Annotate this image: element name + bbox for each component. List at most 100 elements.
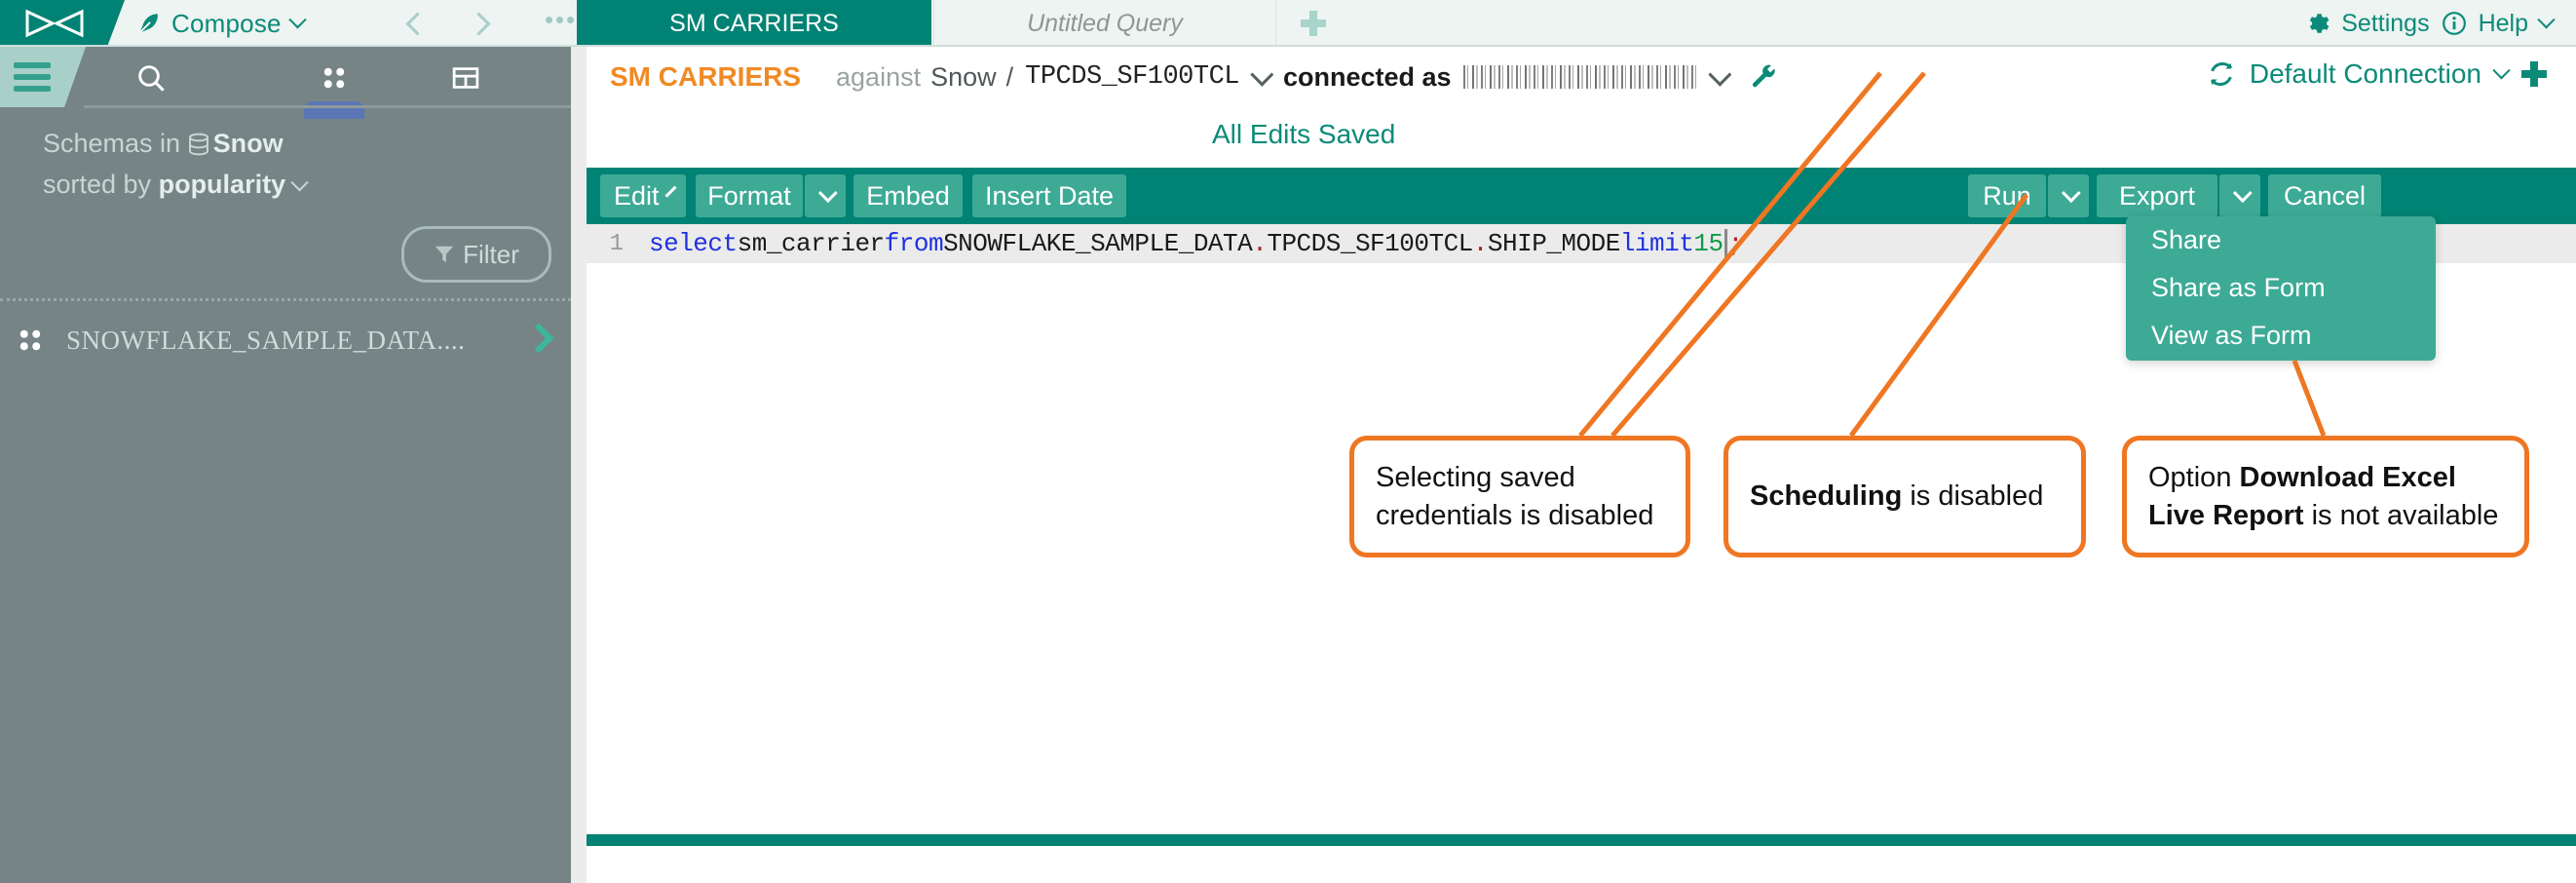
schemas-header: Schemas in Snow sorted by popularity xyxy=(43,123,530,205)
filter-label: Filter xyxy=(463,239,519,269)
schemas-sort-line: sorted by popularity xyxy=(43,164,530,205)
more-options-icon[interactable] xyxy=(546,17,574,23)
chevron-down-icon[interactable] xyxy=(287,10,307,28)
text-cursor xyxy=(1724,229,1727,258)
schemas-in-label: Schemas in xyxy=(43,129,181,158)
sql-database: SNOWFLAKE_SAMPLE_DATA xyxy=(943,229,1253,258)
compose-label: Compose xyxy=(171,8,282,38)
datasource-name[interactable]: Snow xyxy=(930,62,997,93)
status-row: All Edits Saved xyxy=(587,109,2576,164)
history-nav xyxy=(405,0,491,47)
chevron-down-icon xyxy=(2232,183,2253,204)
button-label: Format xyxy=(707,180,791,211)
cancel-button[interactable]: Cancel xyxy=(2268,174,2381,217)
chevron-down-icon[interactable] xyxy=(289,173,309,192)
run-button[interactable]: Run xyxy=(1968,174,2046,217)
refresh-icon[interactable] xyxy=(2207,59,2236,89)
export-dropdown-toggle[interactable] xyxy=(2219,174,2260,217)
new-tab-button[interactable] xyxy=(1276,0,1350,47)
forward-icon[interactable] xyxy=(467,11,491,36)
export-button[interactable]: Export xyxy=(2097,174,2217,217)
tab-label: SM CARRIERS xyxy=(669,9,839,37)
tab-untitled-query[interactable]: Untitled Query xyxy=(933,0,1276,47)
tab-label: Untitled Query xyxy=(1027,9,1183,37)
sql-dot: . xyxy=(1252,229,1268,258)
schemas-db-line: Schemas in Snow xyxy=(43,123,530,164)
table-icon[interactable] xyxy=(439,59,492,96)
query-title[interactable]: SM CARRIERS xyxy=(610,61,801,93)
sorted-by-label: sorted by xyxy=(43,170,152,199)
connection-selector[interactable]: Default Connection xyxy=(2207,58,2547,90)
chevron-down-icon[interactable] xyxy=(1250,62,1274,87)
sidebar-menu-tile[interactable] xyxy=(0,47,86,107)
schema-name: SNOWFLAKE_SAMPLE_DATA.... xyxy=(66,325,466,355)
compose-menu[interactable]: Compose xyxy=(136,0,307,47)
button-label: Embed xyxy=(866,180,950,211)
editor-bottom-bar xyxy=(587,834,2576,846)
menu-item-share[interactable]: Share xyxy=(2126,216,2436,264)
button-label: Edit xyxy=(614,180,660,211)
connected-user-redacted[interactable] xyxy=(1462,65,1697,89)
button-label: Insert Date xyxy=(984,180,1115,211)
path-separator: / xyxy=(1005,61,1014,92)
sql-limit-value: 15 xyxy=(1693,229,1724,258)
menu-item-view-as-form[interactable]: View as Form xyxy=(2126,312,2436,360)
help-label[interactable]: Help xyxy=(2479,10,2528,38)
sql-terminator: ; xyxy=(1727,229,1744,258)
insert-date-button[interactable]: Insert Date xyxy=(972,174,1126,217)
filter-icon xyxy=(435,246,454,263)
settings-label[interactable]: Settings xyxy=(2341,10,2429,38)
gear-icon[interactable] xyxy=(2304,11,2330,36)
embed-button[interactable]: Embed xyxy=(853,174,963,217)
menu-item-label: Share as Form xyxy=(2151,273,2326,302)
button-label: Run xyxy=(1983,180,2031,211)
tab-sm-carriers[interactable]: SM CARRIERS xyxy=(577,0,931,47)
sql-schema: TPCDS_SF100TCL xyxy=(1267,229,1473,258)
format-button[interactable]: Format xyxy=(696,174,803,217)
connection-label[interactable]: Default Connection xyxy=(2250,58,2481,90)
run-dropdown-toggle[interactable] xyxy=(2048,174,2089,217)
against-label: against xyxy=(836,61,922,92)
chevron-down-icon[interactable] xyxy=(2537,10,2556,28)
chevron-down-icon[interactable] xyxy=(1707,62,1731,87)
app-logo-tile[interactable] xyxy=(0,0,125,47)
schemas-grid-icon[interactable] xyxy=(308,59,360,96)
search-icon[interactable] xyxy=(125,59,177,96)
sql-keyword-from: from xyxy=(884,229,944,258)
wrench-icon[interactable] xyxy=(1751,63,1778,91)
sidebar-divider xyxy=(0,298,571,301)
hamburger-icon xyxy=(14,62,51,97)
filter-button[interactable]: Filter xyxy=(401,226,551,283)
sql-keyword-limit: limit xyxy=(1619,229,1694,258)
button-label: Export xyxy=(2118,180,2196,211)
chevron-right-icon[interactable] xyxy=(523,323,554,354)
share-dropdown-menu[interactable]: Share Share as Form View as Form xyxy=(2126,216,2436,361)
feather-icon xyxy=(138,14,158,34)
schemas-grid-icon xyxy=(19,329,41,351)
info-icon[interactable] xyxy=(2442,11,2467,36)
line-number: 1 xyxy=(587,224,631,263)
edit-button[interactable]: Edit xyxy=(600,174,686,217)
schemas-db-name[interactable]: Snow xyxy=(213,129,284,158)
chevron-down-icon[interactable] xyxy=(2492,60,2511,79)
sort-value[interactable]: popularity xyxy=(159,170,286,199)
top-bar: Compose SM CARRIERS Untitled Query Setti… xyxy=(0,0,2576,48)
sql-dot: . xyxy=(1472,229,1489,258)
sql-keyword-select: select xyxy=(649,229,738,258)
sidebar-icons-divider xyxy=(84,105,571,108)
chevron-down-icon xyxy=(817,183,838,204)
schema-name[interactable]: TPCDS_SF100TCL xyxy=(1025,62,1239,92)
chevron-down-icon xyxy=(2061,183,2081,204)
topbar-right-group: Settings Help xyxy=(2304,0,2556,47)
list-item[interactable]: SNOWFLAKE_SAMPLE_DATA.... xyxy=(0,312,571,368)
menu-item-label: View as Form xyxy=(2151,321,2312,350)
format-dropdown-toggle[interactable] xyxy=(805,174,846,217)
menu-item-share-as-form[interactable]: Share as Form xyxy=(2126,264,2436,312)
left-sidebar: Schemas in Snow sorted by popularity Fil… xyxy=(0,47,594,883)
add-connection-icon[interactable] xyxy=(2521,61,2547,87)
sql-column: sm_carrier xyxy=(737,229,886,258)
sql-object: SHIP_MODE xyxy=(1487,229,1620,258)
database-icon xyxy=(188,133,208,156)
button-label: Cancel xyxy=(2283,180,2367,211)
back-icon[interactable] xyxy=(405,11,430,36)
